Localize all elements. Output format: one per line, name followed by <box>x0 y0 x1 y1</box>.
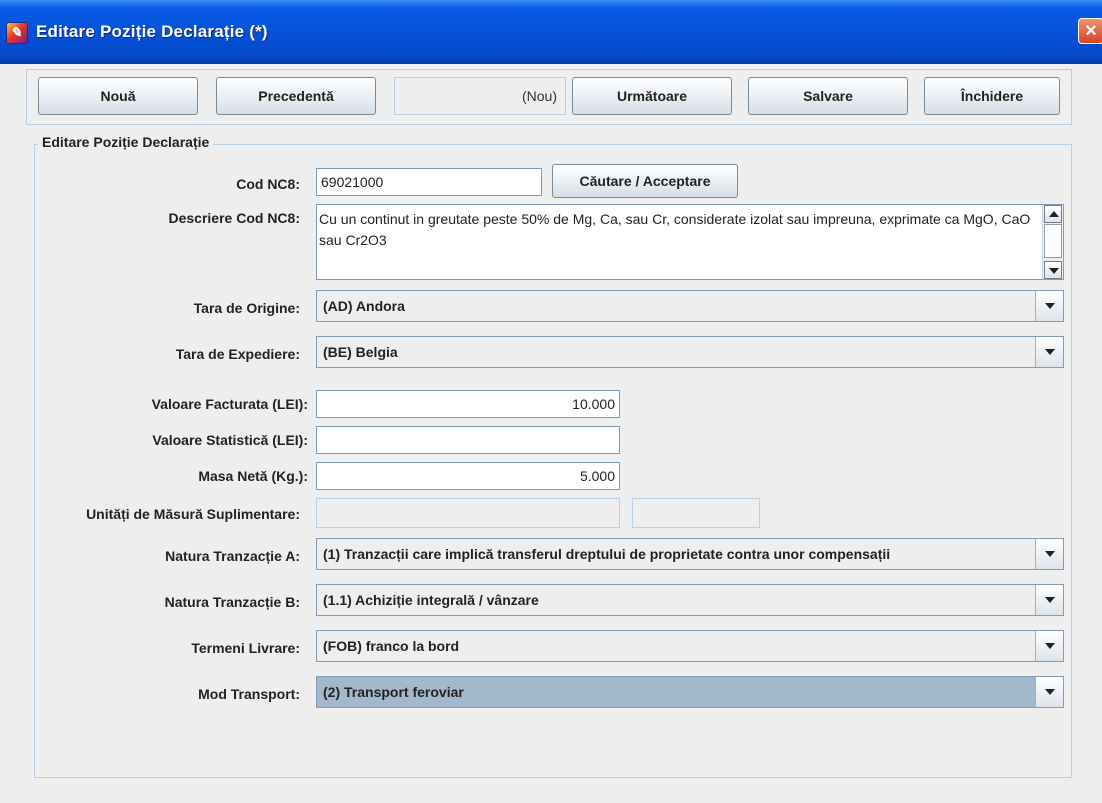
next-button[interactable]: Următoare <box>572 77 732 115</box>
unitati-suplimentare-unit <box>632 498 760 528</box>
scroll-down-icon[interactable] <box>1044 261 1062 279</box>
search-accept-button[interactable]: Căutare / Acceptare <box>552 164 738 198</box>
window-content: Nouă Precedentă (Nou) Următoare Salvare … <box>0 64 1102 803</box>
title-bar[interactable]: ✎ Editare Poziție Declarație (*) × <box>0 0 1102 64</box>
descriere-textarea[interactable]: Cu un continut in greutate peste 50% de … <box>316 204 1064 280</box>
scroll-up-icon[interactable] <box>1044 205 1062 223</box>
close-icon: × <box>1085 20 1097 42</box>
panel-title: Editare Poziție Declarație <box>38 134 214 150</box>
masa-neta-label: Masa Netă (Kg.): <box>198 468 308 484</box>
descriere-text: Cu un continut in greutate peste 50% de … <box>319 211 1031 248</box>
termeni-livrare-label: Termeni Livrare: <box>191 640 300 656</box>
natura-b-value: (1.1) Achiziție integrală / vânzare <box>323 592 539 608</box>
tara-origine-value: (AD) Andora <box>323 298 405 314</box>
window-title: Editare Poziție Declarație (*) <box>36 22 268 41</box>
chevron-down-icon[interactable] <box>1035 677 1063 707</box>
cod-nc8-label: Cod NC8: <box>236 176 300 192</box>
mod-transport-label: Mod Transport: <box>198 686 300 702</box>
new-button[interactable]: Nouă <box>38 77 198 115</box>
mod-transport-select[interactable]: (2) Transport feroviar <box>316 676 1064 708</box>
masa-neta-input[interactable]: 5.000 <box>316 462 620 490</box>
chevron-down-icon[interactable] <box>1035 539 1063 569</box>
tara-origine-label: Tara de Origine: <box>193 300 300 316</box>
chevron-down-icon[interactable] <box>1035 291 1063 321</box>
tara-origine-select[interactable]: (AD) Andora <box>316 290 1064 322</box>
valoare-facturata-label: Valoare Facturata (LEI): <box>151 396 308 412</box>
unitati-suplimentare-label: Unități de Măsură Suplimentare: <box>86 506 300 522</box>
valoare-facturata-input[interactable]: 10.000 <box>316 390 620 418</box>
valoare-statistica-input[interactable] <box>316 426 620 454</box>
descriere-label: Descriere Cod NC8: <box>168 210 301 226</box>
mod-transport-value: (2) Transport feroviar <box>323 684 464 700</box>
natura-b-select[interactable]: (1.1) Achiziție integrală / vânzare <box>316 584 1064 616</box>
termeni-livrare-select[interactable]: (FOB) franco la bord <box>316 630 1064 662</box>
scroll-thumb[interactable] <box>1044 224 1062 258</box>
natura-a-label: Natura Tranzacție A: <box>165 548 300 564</box>
app-icon: ✎ <box>6 22 28 44</box>
natura-b-label: Natura Tranzacție B: <box>164 594 300 610</box>
chevron-down-icon[interactable] <box>1035 337 1063 367</box>
chevron-down-icon[interactable] <box>1035 631 1063 661</box>
natura-a-select[interactable]: (1) Tranzacții care implică transferul d… <box>316 538 1064 570</box>
unitati-suplimentare-input <box>316 498 620 528</box>
tara-expediere-value: (BE) Belgia <box>323 344 398 360</box>
close-button[interactable]: Închidere <box>924 77 1060 115</box>
natura-a-value: (1) Tranzacții care implică transferul d… <box>323 546 891 562</box>
record-position-field: (Nou) <box>394 77 566 115</box>
valoare-statistica-label: Valoare Statistică (LEI): <box>152 432 308 448</box>
descriere-scrollbar[interactable] <box>1042 205 1063 279</box>
save-button[interactable]: Salvare <box>748 77 908 115</box>
chevron-down-icon[interactable] <box>1035 585 1063 615</box>
termeni-livrare-value: (FOB) franco la bord <box>323 638 460 654</box>
previous-button[interactable]: Precedentă <box>216 77 376 115</box>
tara-expediere-select[interactable]: (BE) Belgia <box>316 336 1064 368</box>
close-window-button[interactable]: × <box>1078 18 1102 44</box>
tara-expediere-label: Tara de Expediere: <box>175 346 300 362</box>
cod-nc8-input[interactable]: 69021000 <box>316 168 542 196</box>
